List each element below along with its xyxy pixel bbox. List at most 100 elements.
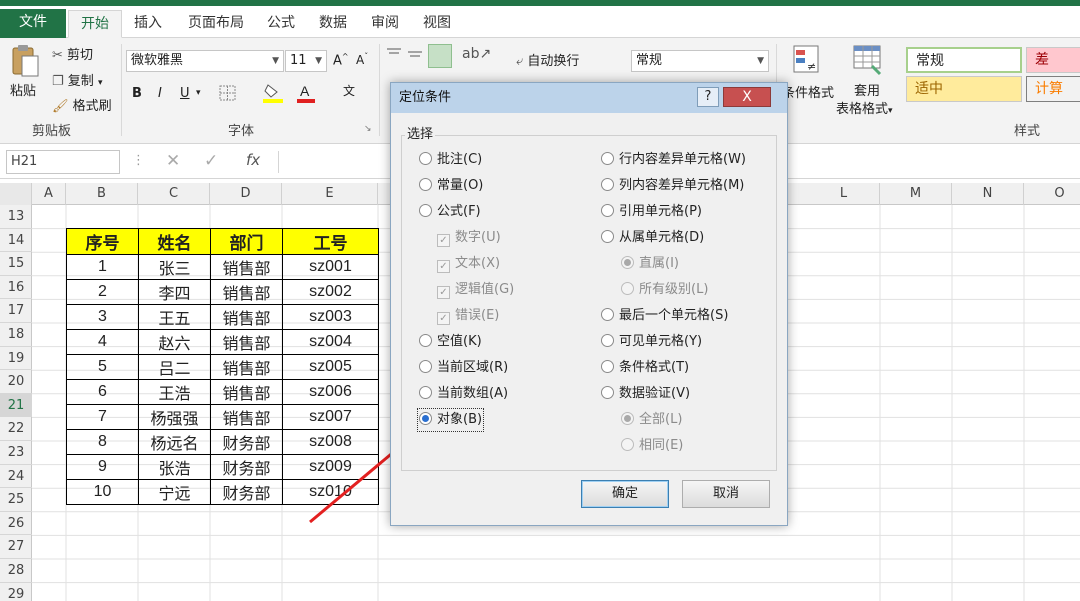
option-all-levels[interactable]: 所有级别(L) — [621, 280, 708, 300]
row-header-20[interactable]: 20 — [0, 370, 32, 394]
table-cell[interactable]: sz006 — [282, 379, 379, 405]
table-cell[interactable]: 销售部 — [210, 329, 283, 355]
row-header-14[interactable]: 14 — [0, 229, 32, 253]
style-normal[interactable]: 常规 — [906, 47, 1022, 73]
table-format-label-1[interactable]: 套用 — [854, 80, 880, 99]
option-validation-same[interactable]: 相同(E) — [621, 436, 683, 456]
tab-home[interactable]: 开始 — [68, 10, 122, 38]
option-last-cell[interactable]: 最后一个单元格(S) — [601, 306, 728, 326]
table-cell[interactable]: 销售部 — [210, 279, 283, 305]
number-format-select[interactable]: 常规 ▼ — [631, 50, 769, 72]
table-cell[interactable]: 销售部 — [210, 304, 283, 330]
option-formulas[interactable]: 公式(F) — [419, 202, 481, 222]
table-cell[interactable]: 销售部 — [210, 379, 283, 405]
option-blanks[interactable]: 空值(K) — [419, 332, 482, 352]
underline-button[interactable]: U — [180, 86, 190, 101]
row-header-19[interactable]: 19 — [0, 347, 32, 371]
help-button[interactable]: ? — [697, 87, 719, 107]
conditional-format-button[interactable]: 条件格式 — [782, 82, 834, 101]
font-name-select[interactable]: 微软雅黑 ▼ — [126, 50, 284, 72]
insert-function-button[interactable]: fx — [246, 151, 260, 169]
select-all-corner[interactable] — [0, 183, 32, 205]
option-row-differences[interactable]: 行内容差异单元格(W) — [601, 150, 746, 170]
option-current-array[interactable]: 当前数组(A) — [419, 384, 508, 404]
paste-button[interactable]: 粘贴 — [10, 80, 36, 99]
table-cell[interactable]: sz001 — [282, 254, 379, 280]
header-cell[interactable]: 工号 — [282, 228, 379, 255]
column-b[interactable]: B — [66, 183, 138, 205]
format-painter-button[interactable]: 🖌 格式刷 — [52, 95, 112, 114]
table-cell[interactable]: 财务部 — [210, 454, 283, 480]
align-top-icon[interactable] — [385, 46, 403, 62]
column-n[interactable]: N — [952, 183, 1024, 205]
table-cell[interactable]: 6 — [66, 379, 139, 405]
ok-button[interactable]: 确定 — [581, 480, 669, 508]
option-dependents[interactable]: 从属单元格(D) — [601, 228, 704, 248]
option-current-region[interactable]: 当前区域(R) — [419, 358, 508, 378]
name-box[interactable]: H21 — [6, 150, 120, 174]
option-logicals[interactable]: ✓ 逻辑值(G) — [437, 280, 514, 300]
table-cell[interactable]: 财务部 — [210, 479, 283, 505]
table-cell[interactable]: 5 — [66, 354, 139, 380]
row-header-15[interactable]: 15 — [0, 252, 32, 276]
tab-formulas[interactable]: 公式 — [258, 10, 304, 38]
table-cell[interactable]: 8 — [66, 429, 139, 455]
table-cell[interactable]: 王浩 — [138, 379, 211, 405]
bold-button[interactable]: B — [132, 86, 142, 101]
style-neutral[interactable]: 适中 — [906, 76, 1022, 102]
orientation-icon[interactable]: ab↗ — [462, 46, 491, 62]
row-header-27[interactable]: 27 — [0, 535, 32, 559]
chevron-down-icon[interactable]: ▾ — [196, 88, 201, 98]
column-c[interactable]: C — [138, 183, 210, 205]
wrap-text-button[interactable]: ⤶ 自动换行 — [516, 50, 579, 69]
row-header-26[interactable]: 26 — [0, 512, 32, 536]
table-cell[interactable]: 7 — [66, 404, 139, 430]
option-errors[interactable]: ✓ 错误(E) — [437, 306, 499, 326]
row-header-25[interactable]: 25 — [0, 488, 32, 512]
style-calculation[interactable]: 计算 — [1026, 76, 1080, 102]
row-header-28[interactable]: 28 — [0, 559, 32, 583]
cancel-button[interactable]: 取消 — [682, 480, 770, 508]
align-bottom-icon[interactable] — [428, 44, 452, 68]
enter-icon[interactable]: ✓ — [204, 151, 218, 171]
font-color-icon[interactable]: A — [296, 82, 318, 104]
option-comments[interactable]: 批注(C) — [419, 150, 482, 170]
table-cell[interactable]: sz003 — [282, 304, 379, 330]
row-header-16[interactable]: 16 — [0, 276, 32, 300]
column-e[interactable]: E — [282, 183, 378, 205]
option-column-differences[interactable]: 列内容差异单元格(M) — [601, 176, 744, 196]
option-constants[interactable]: 常量(O) — [419, 176, 483, 196]
align-middle-icon[interactable] — [406, 46, 424, 62]
font-dialog-launcher-icon[interactable]: ↘ — [364, 124, 372, 134]
option-numbers[interactable]: ✓ 数字(U) — [437, 228, 501, 248]
option-text[interactable]: ✓ 文本(X) — [437, 254, 500, 274]
table-cell[interactable]: 9 — [66, 454, 139, 480]
table-cell[interactable]: 2 — [66, 279, 139, 305]
table-cell[interactable]: 王五 — [138, 304, 211, 330]
table-cell[interactable]: sz002 — [282, 279, 379, 305]
header-cell[interactable]: 部门 — [210, 228, 283, 255]
table-cell[interactable]: 杨强强 — [138, 404, 211, 430]
grow-font-icon[interactable]: A^ — [333, 52, 349, 68]
row-header-24[interactable]: 24 — [0, 465, 32, 489]
row-header-17[interactable]: 17 — [0, 299, 32, 323]
table-cell[interactable]: 4 — [66, 329, 139, 355]
table-cell[interactable]: 10 — [66, 479, 139, 505]
column-a[interactable]: A — [32, 183, 66, 205]
phonetic-icon[interactable]: 文 — [343, 82, 355, 99]
table-cell[interactable]: 销售部 — [210, 254, 283, 280]
row-header-29[interactable]: 29 — [0, 583, 32, 601]
tab-data[interactable]: 数据 — [310, 10, 356, 38]
shrink-font-icon[interactable]: Aˇ — [356, 52, 368, 67]
table-cell[interactable]: sz004 — [282, 329, 379, 355]
style-bad[interactable]: 差 — [1026, 47, 1080, 73]
close-button[interactable]: X — [723, 87, 771, 107]
table-cell[interactable]: 宁远 — [138, 479, 211, 505]
table-format-button[interactable]: 表格格式▾ — [836, 98, 893, 117]
cancel-icon[interactable]: ✕ — [166, 151, 180, 171]
option-visible-cells[interactable]: 可见单元格(Y) — [601, 332, 702, 352]
table-cell[interactable]: 杨远名 — [138, 429, 211, 455]
tab-file[interactable]: 文件 — [0, 9, 66, 38]
italic-button[interactable]: I — [158, 86, 162, 101]
option-direct-only[interactable]: 直属(I) — [621, 254, 679, 274]
